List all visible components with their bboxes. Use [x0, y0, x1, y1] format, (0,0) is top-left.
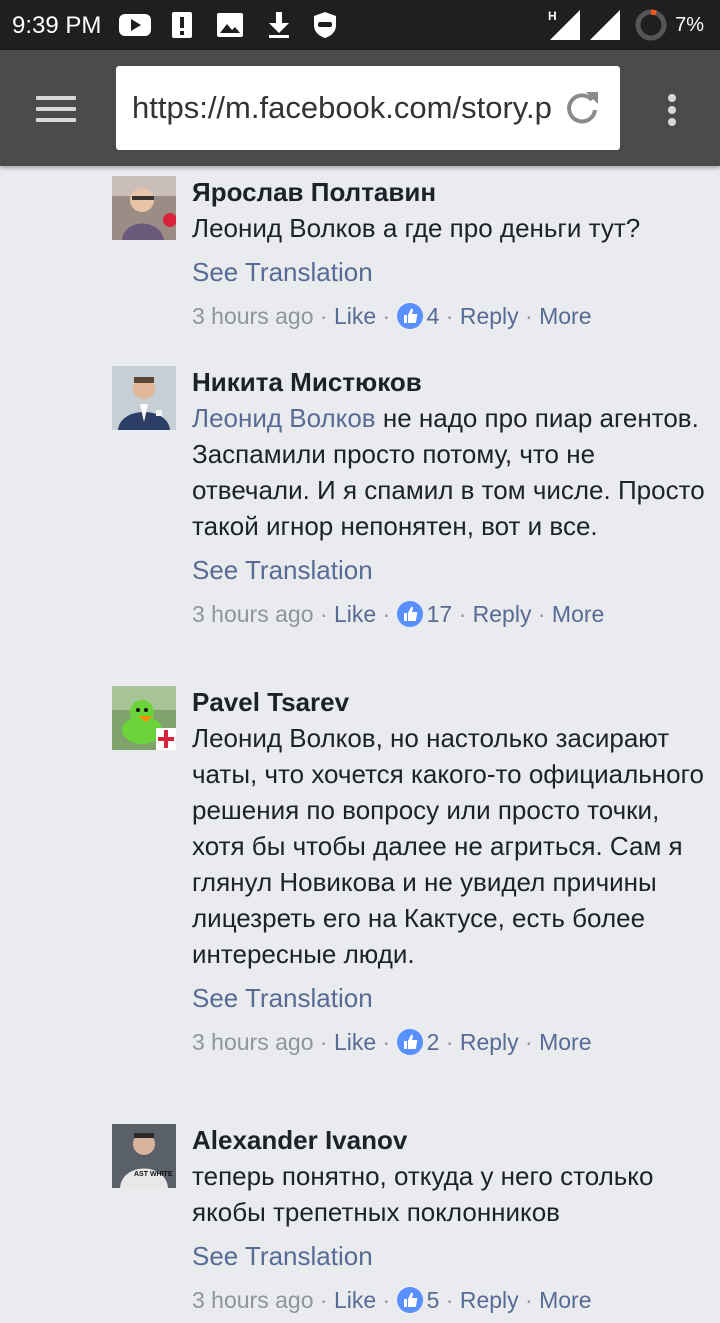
image-icon: [216, 10, 244, 45]
more-link[interactable]: More: [539, 1287, 591, 1313]
comment-author[interactable]: Никита Мистюков: [192, 364, 706, 400]
svg-text:AST WHITE: AST WHITE: [134, 1171, 173, 1178]
thumbs-up-icon: [396, 1029, 423, 1055]
svg-text:H: H: [548, 9, 557, 23]
thumbs-up-icon: [396, 1287, 423, 1313]
comment-text: Леонид Волков не надо про пиар агентов. …: [192, 403, 705, 541]
wifi-signal-icon: [588, 8, 622, 47]
comment-meta: 3 hours ago · Like · 5 · Reply · More: [192, 1287, 592, 1313]
see-translation-link[interactable]: See Translation: [192, 980, 706, 1016]
comments-list: Ярослав Полтавин Леонид Волков а где про…: [0, 166, 720, 1322]
comment-author[interactable]: Alexander Ivanov: [192, 1122, 706, 1158]
reply-link[interactable]: Reply: [460, 303, 519, 329]
comment-author[interactable]: Ярослав Полтавин: [192, 174, 706, 210]
comment-time[interactable]: 3 hours ago: [192, 1287, 313, 1313]
comment-meta: 3 hours ago · Like · 4 · Reply · More: [192, 303, 592, 329]
like-count[interactable]: 17: [427, 601, 453, 627]
browser-toolbar: https://m.facebook.com/story.php: [0, 50, 720, 166]
comment-time[interactable]: 3 hours ago: [192, 303, 313, 329]
status-bar: 9:39 PM H 7%: [0, 0, 720, 50]
hamburger-menu-icon[interactable]: [36, 96, 76, 122]
comment-meta: 3 hours ago · Like · 2 · Reply · More: [192, 1029, 592, 1055]
battery-percent: 7%: [675, 14, 704, 36]
youtube-icon: [118, 10, 152, 45]
cell-signal-icon: H: [548, 8, 584, 47]
see-translation-link[interactable]: See Translation: [192, 552, 706, 588]
more-link[interactable]: More: [539, 303, 591, 329]
reply-link[interactable]: Reply: [460, 1029, 519, 1055]
reply-link[interactable]: Reply: [460, 1287, 519, 1313]
thumbs-up-icon: [396, 601, 423, 627]
overflow-menu-icon[interactable]: [666, 94, 678, 128]
avatar[interactable]: [112, 176, 176, 240]
thumbs-up-icon: [396, 303, 423, 329]
comment-time[interactable]: 3 hours ago: [192, 1029, 313, 1055]
avatar[interactable]: [112, 366, 176, 430]
like-count[interactable]: 4: [427, 303, 440, 329]
like-count[interactable]: 2: [427, 1029, 440, 1055]
url-text[interactable]: https://m.facebook.com/story.php: [132, 90, 552, 126]
see-translation-link[interactable]: See Translation: [192, 254, 706, 290]
download-icon: [266, 10, 292, 45]
comment-item: Никита Мистюков Леонид Волков не надо пр…: [0, 346, 720, 666]
avatar[interactable]: [112, 686, 176, 750]
comment-text: Леонид Волков а где про деньги тут?: [192, 213, 641, 243]
like-link[interactable]: Like: [334, 601, 376, 627]
mention-link[interactable]: Леонид Волков: [192, 403, 376, 433]
comment-item: Ярослав Полтавин Леонид Волков а где про…: [0, 166, 720, 346]
comment-item: Pavel Tsarev Леонид Волков, но настолько…: [0, 666, 720, 1094]
comment-time[interactable]: 3 hours ago: [192, 601, 313, 627]
comment-item: AST WHITE Alexander Ivanov теперь понятн…: [0, 1094, 720, 1322]
shield-icon: [312, 10, 338, 45]
see-translation-link[interactable]: See Translation: [192, 1238, 706, 1274]
battery-circle-icon: [634, 8, 668, 47]
like-count[interactable]: 5: [427, 1287, 440, 1313]
comment-text: Леонид Волков, но настолько засирают чат…: [192, 723, 705, 969]
comment-meta: 3 hours ago · Like · 17 · Reply · More: [192, 601, 605, 627]
status-time: 9:39 PM: [12, 12, 102, 39]
reply-link[interactable]: Reply: [473, 601, 532, 627]
more-link[interactable]: More: [539, 1029, 591, 1055]
avatar[interactable]: AST WHITE: [112, 1124, 176, 1188]
like-link[interactable]: Like: [334, 303, 376, 329]
reload-icon[interactable]: [564, 88, 600, 131]
comment-text: теперь понятно, откуда у него столько як…: [192, 1161, 654, 1227]
comment-author[interactable]: Pavel Tsarev: [192, 684, 706, 720]
alert-icon: [170, 10, 194, 45]
like-link[interactable]: Like: [334, 1029, 376, 1055]
more-link[interactable]: More: [552, 601, 604, 627]
like-link[interactable]: Like: [334, 1287, 376, 1313]
address-bar[interactable]: https://m.facebook.com/story.php: [116, 66, 620, 150]
